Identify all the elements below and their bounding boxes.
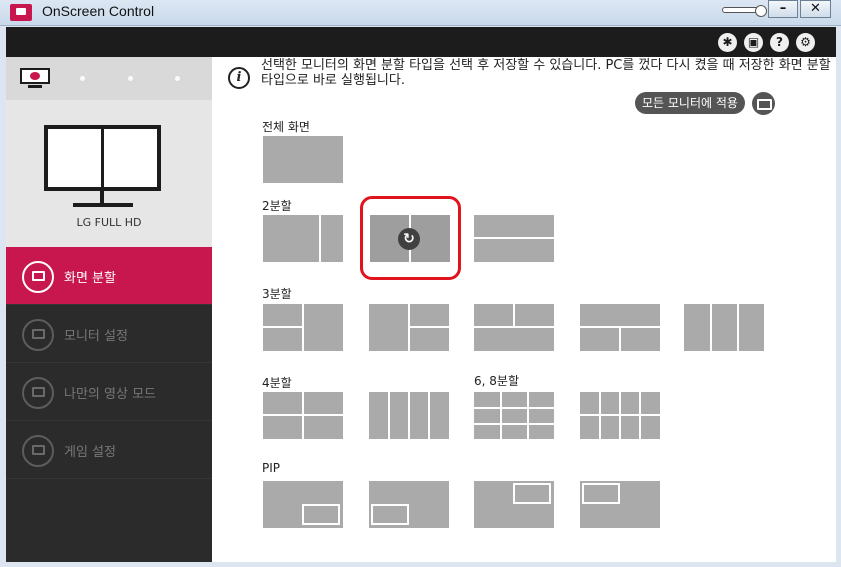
layout-3-split-c[interactable] <box>474 304 554 351</box>
menu-item-label: 나만의 영상 모드 <box>64 387 156 402</box>
menu-item-screen-split[interactable]: 화면 분할 <box>6 247 212 305</box>
layout-4-split-grid[interactable] <box>263 392 343 439</box>
screen-split-icon <box>22 261 54 293</box>
rotate-icon[interactable]: ↻ <box>398 228 420 250</box>
sidebar: LG FULL HD 화면 분할 모니터 설정 나만의 영상 모드 게임 설정 <box>6 57 212 562</box>
section-label-split3: 3분할 <box>262 287 292 301</box>
apply-all-monitors-button[interactable]: 모든 모니터에 적용 <box>635 92 745 114</box>
top-toolbar: ✱ ▣ ? ⚙ <box>6 27 836 57</box>
layout-8-split[interactable] <box>580 392 660 439</box>
layout-4-split-columns[interactable] <box>369 392 449 439</box>
main-panel: i 선택한 모니터의 화면 분할 타입을 선택 후 저장할 수 있습니다. PC… <box>212 57 836 562</box>
layout-2-split-vertical[interactable]: ↻ <box>370 215 450 262</box>
info-text: 선택한 모니터의 화면 분할 타입을 선택 후 저장할 수 있습니다. PC를 … <box>261 58 831 88</box>
title-bar: OnScreen Control – ✕ <box>0 0 841 26</box>
settings-icon[interactable]: ⚙ <box>796 33 815 52</box>
layout-3-split-a[interactable] <box>263 304 343 351</box>
menu-item-label: 게임 설정 <box>64 445 116 460</box>
picture-mode-icon <box>22 377 54 409</box>
layout-pip-bottom-right[interactable] <box>263 481 343 528</box>
layout-full[interactable] <box>263 136 343 183</box>
opacity-slider[interactable] <box>722 5 767 17</box>
section-label-full: 전체 화면 <box>262 120 310 134</box>
cursor-icon[interactable]: ✱ <box>718 33 737 52</box>
close-button[interactable]: ✕ <box>800 0 831 18</box>
monitor-tabs <box>6 57 212 100</box>
help-icon[interactable]: ? <box>770 33 789 52</box>
menu-item-label: 화면 분할 <box>64 271 116 286</box>
layout-pip-bottom-left[interactable] <box>369 481 449 528</box>
section-label-split68: 6, 8분할 <box>474 374 519 388</box>
layout-6-split[interactable] <box>474 392 554 439</box>
monitor-tab-1[interactable] <box>20 68 50 88</box>
gamepad-icon <box>22 435 54 467</box>
layout-pip-top-left[interactable] <box>580 481 660 528</box>
section-label-pip: PIP <box>262 461 281 475</box>
layout-pip-top-right[interactable] <box>474 481 554 528</box>
layout-2-split-horizontal[interactable] <box>474 215 554 262</box>
monitor-tab-dot[interactable] <box>80 76 85 81</box>
layout-3-split-b[interactable] <box>369 304 449 351</box>
layout-3-split-e[interactable] <box>684 304 764 351</box>
section-label-split4: 4분할 <box>262 376 292 390</box>
app-icon <box>10 4 32 21</box>
menu-item-label: 모니터 설정 <box>64 329 128 344</box>
monitor-name: LG FULL HD <box>76 216 142 229</box>
menu-item-game-settings[interactable]: 게임 설정 <box>6 421 212 479</box>
monitor-settings-icon <box>22 319 54 351</box>
apply-layout-icon[interactable] <box>752 92 775 115</box>
menu-item-monitor-settings[interactable]: 모니터 설정 <box>6 305 212 363</box>
monitor-tab-dot[interactable] <box>175 76 180 81</box>
layout-3-split-d[interactable] <box>580 304 660 351</box>
minimize-button[interactable]: – <box>768 0 798 18</box>
window-title: OnScreen Control <box>42 3 155 19</box>
monitor-preview: LG FULL HD <box>6 100 212 247</box>
monitor-icon <box>20 68 50 84</box>
menu-item-my-picture-mode[interactable]: 나만의 영상 모드 <box>6 363 212 421</box>
monitor-preview-icon <box>44 125 161 191</box>
section-label-split2: 2분할 <box>262 199 292 213</box>
layout-2-split-unequal[interactable] <box>263 215 343 262</box>
monitor-tab-dot[interactable] <box>128 76 133 81</box>
display-icon[interactable]: ▣ <box>744 33 763 52</box>
info-icon: i <box>228 67 250 89</box>
